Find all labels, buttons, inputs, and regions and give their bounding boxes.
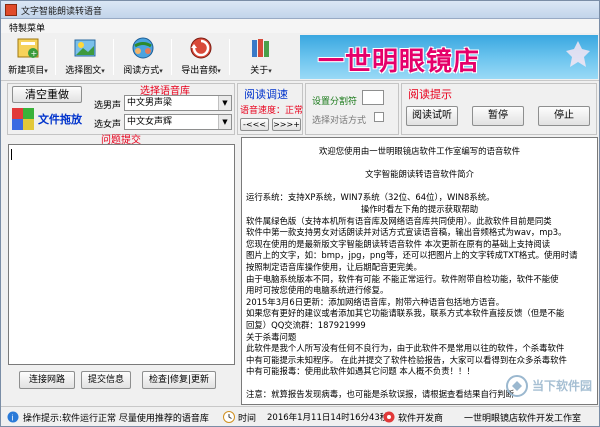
female-voice-select[interactable]: 中文女声辉 ▼ <box>124 114 232 130</box>
content-line: 2015年3月6日更新：添加网络语音库，附带六种语音包括地方语音。 <box>246 296 505 307</box>
books-icon <box>252 39 269 57</box>
toolbar: + 新建项目▾ 选择图文▾ 阅读方式▾ 导出音频▾ 关于▾ 一世明眼镜店 <box>1 33 599 81</box>
check-repair-update-button[interactable]: 检查|修复|更新 <box>142 371 216 389</box>
slower-button[interactable]: -<<< <box>240 118 269 131</box>
app-window: 文字智能朗读转语音 特製菜单 + 新建项目▾ 选择图文▾ 阅读方式▾ 导出音频▾… <box>0 0 600 427</box>
female-voice-label: 选女声 <box>94 120 122 130</box>
content-line: 如果您有更好的建议或者添加其它功能请联系我，联系方式本软件直接反馈（但是不能 <box>246 308 565 319</box>
content-line: 此软件是我个人所写没有任何不良行为，由于此软件不是常用以往的软件，个杀毒软件 <box>246 343 565 354</box>
banner-headline: 一世明眼镜店 <box>318 47 481 77</box>
split-label: 设置分割符 <box>312 97 358 107</box>
export-audio-icon <box>190 37 212 59</box>
speed-label: 语音速度：正常 <box>240 106 304 116</box>
info-icon: i <box>7 411 19 423</box>
male-voice-value: 中文男声梁 <box>127 98 173 108</box>
developer-icon <box>383 411 395 423</box>
about-label: 关于 <box>250 66 269 76</box>
status-developer: 软件开发商 <box>398 414 444 424</box>
app-icon <box>5 4 17 16</box>
select-image-text-button[interactable]: 选择图文▾ <box>63 35 107 79</box>
content-line <box>242 181 597 193</box>
content-line: 图片上的文字，如：bmp，jpg，png等，还可以把图片上的文字转成TXT格式。… <box>246 250 578 261</box>
speed-title: 阅读调速 <box>244 88 288 101</box>
window-title: 文字智能朗读转语音 <box>21 7 103 17</box>
watermark: 当下软件园 <box>506 373 594 403</box>
male-voice-select[interactable]: 中文男声梁 ▼ <box>124 95 232 111</box>
status-studio: 一世明眼镜店软件开发工作室 <box>464 414 582 424</box>
read-mode-label: 阅读方式 <box>123 66 160 76</box>
content-line: 由于电脑系统版本不同，软件有可能 不能正常运行。软件附带自检功能，软件不能使 <box>246 273 559 284</box>
image-text-icon <box>74 39 96 57</box>
text-caret <box>11 149 12 160</box>
content-line: 您现在使用的是最新版文字智能朗读转语音软件 本次更新在原有的基础上支持阅读 <box>246 238 551 249</box>
about-button[interactable]: 关于▾ <box>241 35 281 79</box>
female-voice-value: 中文女声辉 <box>127 117 173 127</box>
pause-button[interactable]: 暂停 <box>472 106 524 126</box>
content-line: 文字智能朗读转语音软件简介 <box>365 169 474 180</box>
tips-title: 阅读提示 <box>408 88 452 101</box>
dialog-mode-label: 选择对话方式 <box>312 116 367 126</box>
globe-people-icon <box>132 37 154 59</box>
settings-panel: 设置分割符 选择对话方式 <box>305 83 399 135</box>
export-audio-button[interactable]: 导出音频▾ <box>179 35 223 79</box>
connect-network-button[interactable]: 连接网路 <box>19 371 75 389</box>
file-drag-label[interactable]: 文件拖放 <box>38 111 82 127</box>
content-lines: 欢迎您使用由一世明眼镜店软件工作室编写的语音软件 文字智能朗读转语音软件简介 运… <box>242 138 597 401</box>
select-image-text-label: 选择图文 <box>65 66 102 76</box>
content-line: 操作时看左下角的提示获取帮助 <box>360 203 479 214</box>
content-line: 运行系统：支持XP系统，WIN7系统（32位、64位），WIN8系统。 <box>246 192 495 203</box>
content-line: 中有可能提示未知程序。 在此并提交了软件检验报告，大家可以看得到在众多杀毒软件 <box>246 354 567 365</box>
watermark-logo-icon <box>506 375 528 397</box>
male-voice-label: 选男声 <box>94 101 122 111</box>
new-project-button[interactable]: + 新建项目▾ <box>7 35 49 79</box>
menu-bar: 特製菜单 <box>1 19 599 34</box>
new-project-label: 新建项目 <box>8 66 45 76</box>
color-grid-icon <box>12 108 34 130</box>
title-bar: 文字智能朗读转语音 <box>1 1 599 19</box>
play-panel: 阅读提示 阅读试听 暂停 停止 <box>401 83 597 135</box>
content-line: 用时可按您使用的电脑系统进行修复。 <box>246 285 389 296</box>
dialog-mode-checkbox[interactable] <box>374 112 384 122</box>
voice-panel: 清空重做 文件拖放 选择语音库 选男声 中文男声梁 ▼ 选女声 中文女声辉 ▼ <box>7 83 235 135</box>
svg-text:+: + <box>31 49 38 58</box>
read-mode-button[interactable]: 阅读方式▾ <box>121 35 165 79</box>
status-tip: 操作提示:软件运行正常 尽量使用推荐的语音库 <box>23 414 209 424</box>
content-line: 软件属绿色版（支持本机所有语音库及网络语音库共同使用）。此款软件目前是同类 <box>246 215 552 226</box>
content-line: 关于杀毒问题 <box>246 331 297 342</box>
question-textarea[interactable] <box>8 144 235 365</box>
split-input[interactable] <box>362 90 384 105</box>
speed-panel: 阅读调速 语音速度：正常 -<<< >>>+ <box>237 83 303 135</box>
trial-listen-button[interactable]: 阅读试听 <box>406 106 458 126</box>
content-line: 按照制定语音库操作使用，让后期配音更完美。 <box>246 261 422 272</box>
export-audio-label: 导出音频 <box>181 66 218 76</box>
faster-button[interactable]: >>>+ <box>272 118 301 131</box>
status-time-value: 2016年1月11日14时16分43秒 <box>267 413 389 423</box>
submit-info-button[interactable]: 提交信息 <box>81 371 131 389</box>
watermark-text: 当下软件园 <box>532 379 593 393</box>
chevron-down-icon: ▼ <box>218 115 231 129</box>
svg-text:i: i <box>11 414 13 423</box>
content-line: 欢迎您使用由一世明眼镜店软件工作室编写的语音软件 <box>319 146 520 156</box>
content-line: 回复）QQ交流群：187921999 <box>246 319 366 330</box>
ornament-icon <box>566 41 590 67</box>
content-textarea[interactable]: 欢迎您使用由一世明眼镜店软件工作室编写的语音软件 文字智能朗读转语音软件简介 运… <box>241 137 598 405</box>
ad-banner[interactable]: 一世明眼镜店 <box>300 35 598 79</box>
chevron-down-icon: ▼ <box>218 96 231 110</box>
status-bar: i 操作提示:软件运行正常 尽量使用推荐的语音库 时间 2016年1月11日14… <box>1 406 599 426</box>
clear-redo-button[interactable]: 清空重做 <box>12 86 82 103</box>
new-project-icon: + <box>17 38 39 58</box>
status-time-label: 时间 <box>238 414 257 424</box>
clock-icon <box>223 411 235 423</box>
content-line: 软件中第一款支持男女对话朗读并对话方式宣读语音稿，输出音频格式为wav，mp3。 <box>246 227 567 238</box>
content-line <box>242 158 597 170</box>
stop-button[interactable]: 停止 <box>538 106 590 126</box>
